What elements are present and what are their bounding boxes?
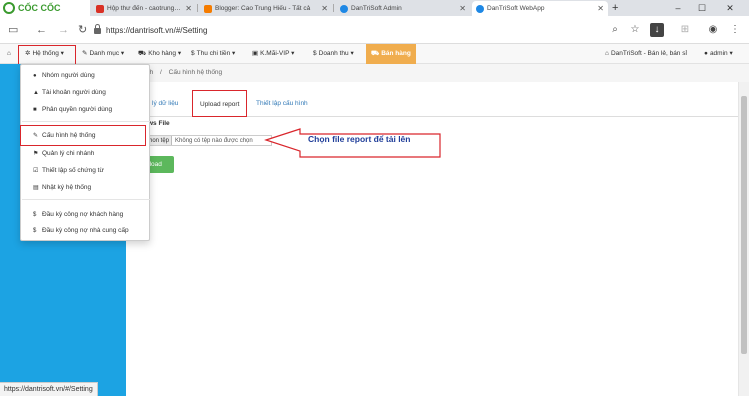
url-field[interactable]: https://dantrisoft.vn/#/Setting [94,22,654,38]
browser-logo[interactable]: CỐC CỐC [0,0,90,16]
reload-icon[interactable]: ↻ [78,23,87,37]
system-dropdown-menu: ● Nhóm người dùng ▲ Tài khoản người dùng ■… [20,64,150,241]
pencil-icon: ✎ [82,50,88,57]
browser-tab-webapp[interactable]: DanTriSoft WebApp ✕ [472,1,608,16]
flag-icon: ⚑ [33,151,39,157]
caret-down-icon: ▾ [350,50,354,57]
user-icon: ● [704,50,708,57]
coccoc-logo-icon [3,2,15,14]
download-icon[interactable]: ↓ [650,23,664,37]
search-icon[interactable]: ⌕ [608,23,622,37]
annotation-text: Chọn file report để tải lên [308,134,411,144]
caret-down-icon: ▾ [232,50,236,57]
caret-down-icon: ▾ [729,50,733,57]
company-link[interactable]: ⌂ DanTriSoft - Bán lẻ, bán sỉ [605,44,687,64]
new-tab-button[interactable]: + [612,0,618,16]
dantrisoft-cloud-icon [340,4,348,13]
minimize-icon[interactable]: – [668,0,688,16]
profile-icon[interactable]: ◉ [706,23,720,37]
maximize-icon[interactable]: ☐ [692,0,712,16]
browser-tab-gmail[interactable]: Hộp thư đến - caotrunghieu.com ✕ [92,1,196,16]
menu-item-branch-management[interactable]: ⚑ Quản lý chi nhánh [21,147,149,160]
book-icon: ▤ [33,185,39,191]
extensions-icon[interactable]: ⊞ [678,23,692,37]
tab-upload-report[interactable]: Upload report [192,90,248,117]
cart-icon: ⛟ [371,50,380,57]
menu-divider [22,199,150,200]
caret-down-icon: ▾ [291,50,295,57]
menu-item-user-accounts[interactable]: ▲ Tài khoản người dùng [21,86,149,99]
user-menu[interactable]: ● admin ▾ [704,44,733,64]
address-bar: ▭ ← → ↻ https://dantrisoft.vn/#/Setting … [0,16,749,44]
dollar-icon: $ [33,228,37,234]
edit-icon: ☑ [33,168,39,174]
close-icon[interactable]: ✕ [597,4,604,13]
menu-item-system-log[interactable]: ▤ Nhật ký hệ thống [21,181,149,194]
lock-icon [94,24,101,34]
ticket-icon: ▣ [252,50,259,57]
window-close-icon[interactable]: ✕ [720,0,740,16]
choose-file-button[interactable]: hon tệp [147,136,173,145]
breadcrumb-current: Cấu hình hệ thống [168,69,223,76]
blogger-icon [204,4,212,13]
status-bar-url: https://dantrisoft.vn/#/Setting [0,382,98,396]
url-text: https://dantrisoft.vn/#/Setting [106,25,208,35]
back-icon[interactable]: ← [36,23,47,37]
browser-logo-text: CỐC CỐC [18,3,61,13]
browser-tab-strip: CỐC CỐC Hộp thư đến - caotrunghieu.com ✕… [0,0,749,16]
star-icon[interactable]: ☆ [628,23,642,37]
file-field-label: ws File [148,120,170,127]
cart-icon: ⛟ [138,50,147,57]
close-icon[interactable]: ✕ [185,4,192,13]
caret-down-icon: ▾ [177,50,182,57]
breadcrumb-separator: / [160,69,162,76]
dollar-icon: $ [191,50,195,57]
browser-tab-blogger[interactable]: Blogger: Cao Trung Hiếu - Tất cả ✕ [200,1,332,16]
gmail-icon [96,4,104,13]
menu-item-voucher-numbering[interactable]: ☑ Thiết lập số chứng từ [21,164,149,177]
app-navbar: ⌂ ✲ Hệ thống ▾ ✎ Danh mục ▾ ⛟ Kho hàng ▾ $ T… [0,44,749,64]
browser-tab-admin[interactable]: DanTriSoft Admin ✕ [336,1,470,16]
scrollbar-thumb[interactable] [741,96,747,354]
nav-danh-muc[interactable]: ✎ Danh mục ▾ [82,44,124,64]
nav-kho-hang[interactable]: ⛟ Kho hàng ▾ [138,44,181,64]
lock-icon: ■ [33,107,37,113]
annotation-callout [264,128,441,158]
nav-thu-chi-tien[interactable]: $ Thu chi tiền ▾ [191,44,235,64]
more-menu-icon[interactable]: ⋮ [728,23,742,37]
file-name-text: Không có tệp nào được chọn [175,137,253,144]
tab-config-settings[interactable]: Thiết lập cấu hình [256,90,308,117]
close-icon[interactable]: ✕ [321,4,328,13]
sell-button[interactable]: ⛟ Bán hàng [366,44,416,64]
breadcrumb: nh / Cấu hình hệ thống [126,64,749,82]
menu-item-permissions[interactable]: ■ Phân quyền người dùng [21,103,149,116]
menu-item-customer-opening-debt[interactable]: $ Đầu kỳ công nợ khách hàng [21,208,149,221]
dantrisoft-cloud-icon [476,4,484,13]
menu-item-supplier-opening-debt[interactable]: $ Đầu kỳ công nợ nhà cung cấp [21,224,149,237]
home-icon: ⌂ [605,50,609,57]
user-icon: ▲ [33,90,39,96]
menu-divider [22,121,150,122]
home-icon[interactable]: ⌂ [7,44,11,64]
caret-down-icon: ▾ [120,50,125,57]
file-input[interactable]: hon tệp Không có tệp nào được chọn [146,135,272,146]
forward-icon[interactable]: → [58,23,69,37]
highlight-box-menu [18,45,76,65]
highlight-box-config [20,125,146,146]
close-icon[interactable]: ✕ [459,4,466,13]
dollar-icon: $ [33,212,37,218]
menu-icon[interactable]: ▭ [8,23,18,37]
nav-doanh-thu[interactable]: $ Doanh thu ▾ [313,44,354,64]
users-icon: ● [33,73,37,79]
nav-khuyen-mai-vip[interactable]: ▣ K.Mãi-VIP ▾ [252,44,294,64]
dollar-icon: $ [313,50,317,57]
menu-item-user-groups[interactable]: ● Nhóm người dùng [21,69,149,82]
